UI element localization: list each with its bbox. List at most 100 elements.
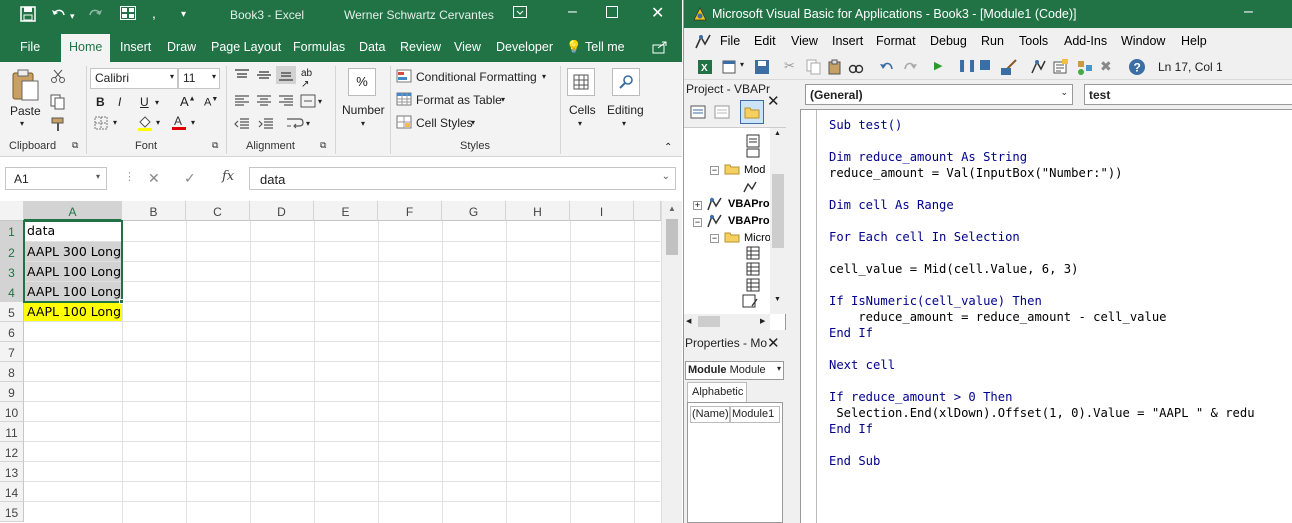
bold-icon[interactable]: B	[96, 95, 105, 109]
procedure-combo[interactable]: test	[1084, 84, 1292, 105]
paste-icon[interactable]	[827, 59, 843, 78]
code-line[interactable]: cell_value = Mid(cell.Value, 6, 3)	[829, 262, 1078, 276]
decrease-font-icon[interactable]: A▼	[204, 96, 218, 109]
cell-styles-dropdown-icon[interactable]: ▾	[471, 118, 475, 127]
column-header[interactable]: F	[378, 201, 442, 221]
design-mode-icon[interactable]	[1000, 58, 1018, 79]
code-line[interactable]: Dim cell As Range	[829, 198, 954, 212]
column-header[interactable]: H	[506, 201, 570, 221]
font-launcher-icon[interactable]: ⧉	[212, 140, 218, 151]
menu-window[interactable]: Window	[1121, 34, 1165, 48]
view-excel-icon[interactable]: X	[697, 59, 713, 78]
code-line[interactable]: reduce_amount = Val(InputBox("Number:"))	[829, 166, 1123, 180]
paste-button[interactable]: Paste	[10, 104, 41, 118]
property-value[interactable]: Module1	[730, 406, 780, 423]
save-icon[interactable]	[754, 59, 770, 78]
font-name-select[interactable]: Calibri ▾	[90, 68, 178, 89]
format-table-dropdown-icon[interactable]: ▾	[501, 95, 505, 104]
column-header[interactable]: E	[314, 201, 378, 221]
minimize-icon[interactable]: –	[1244, 3, 1253, 21]
scroll-down-icon[interactable]: ▼	[774, 296, 781, 303]
column-header[interactable]: G	[442, 201, 506, 221]
italic-icon[interactable]: I	[118, 95, 121, 109]
code-editor[interactable]: Sub test() Dim reduce_amount As String r…	[800, 109, 1292, 523]
cells-button[interactable]: Cells	[569, 103, 596, 117]
column-header[interactable]: C	[186, 201, 250, 221]
align-bottom-icon[interactable]	[276, 66, 296, 84]
undo-dropdown-icon[interactable]: ▾	[70, 11, 75, 22]
vertical-scrollbar[interactable]: ▲	[661, 201, 682, 523]
paste-icon[interactable]	[10, 68, 40, 105]
menu-run[interactable]: Run	[981, 34, 1004, 48]
row-header[interactable]: 10	[0, 402, 24, 422]
collapse-icon[interactable]: −	[710, 166, 719, 175]
row-header[interactable]: 1	[0, 221, 24, 242]
menu-file[interactable]: File	[720, 34, 740, 48]
maximize-icon[interactable]	[606, 6, 618, 21]
name-box[interactable]: A1 ▾	[5, 167, 107, 190]
tree-microsoft-objects[interactable]: Micro	[744, 232, 771, 244]
tree-modules-folder[interactable]: Mod	[744, 164, 765, 176]
cell-a5[interactable]: AAPL 100 Long	[24, 302, 122, 322]
row-header[interactable]: 13	[0, 462, 24, 482]
align-right-icon[interactable]	[278, 94, 294, 111]
module1-icon[interactable]	[742, 180, 760, 197]
tab-developer[interactable]: Developer	[496, 40, 553, 54]
merge-dropdown-icon[interactable]: ▾	[318, 97, 322, 106]
tab-insert[interactable]: Insert	[120, 40, 151, 54]
menu-format[interactable]: Format	[876, 34, 916, 48]
fill-handle[interactable]	[119, 299, 124, 304]
object-browser-icon[interactable]	[1076, 58, 1094, 79]
code-line[interactable]: End If	[829, 422, 873, 436]
column-header[interactable]: I	[570, 201, 634, 221]
collapse-ribbon-icon[interactable]: ⌃	[664, 142, 672, 153]
code-line[interactable]: For Each cell In Selection	[829, 230, 1020, 244]
code-line[interactable]: Sub test()	[829, 118, 902, 132]
scroll-right-icon[interactable]: ▶	[760, 317, 765, 325]
menu-edit[interactable]: Edit	[754, 34, 776, 48]
form-icon[interactable]	[120, 6, 136, 23]
close-icon[interactable]: ✕	[767, 92, 780, 110]
tab-file[interactable]: File	[20, 40, 40, 54]
tree-vbaproject-1[interactable]: VBAPro	[728, 198, 770, 210]
comma-icon[interactable]: ,	[152, 5, 156, 21]
help-icon[interactable]: ?	[1128, 58, 1146, 79]
project-hscrollbar[interactable]: ◀ ▶	[684, 314, 770, 330]
code-line[interactable]: reduce_amount = reduce_amount - cell_val…	[829, 310, 1166, 324]
tell-me[interactable]: Tell me	[585, 40, 625, 54]
scroll-up-icon[interactable]: ▲	[774, 130, 781, 137]
select-all-corner[interactable]	[0, 201, 24, 221]
column-header[interactable]: B	[122, 201, 186, 221]
column-header-partial[interactable]	[634, 201, 661, 221]
code-line[interactable]: If reduce_amount > 0 Then	[829, 390, 1012, 404]
object-combo[interactable]: (General) ⌄	[805, 84, 1073, 105]
cut-icon[interactable]	[50, 68, 66, 87]
view-object-icon[interactable]	[714, 104, 730, 123]
insert-dropdown-icon[interactable]: ▾	[740, 60, 744, 69]
conditional-formatting-dropdown-icon[interactable]: ▾	[542, 72, 546, 81]
row-header[interactable]: 4	[0, 282, 24, 302]
editing-button[interactable]: Editing	[607, 103, 644, 117]
tab-formulas[interactable]: Formulas	[293, 40, 345, 54]
reset-icon[interactable]	[980, 60, 990, 70]
code-line[interactable]: End If	[829, 326, 873, 340]
save-icon[interactable]	[20, 6, 36, 25]
scroll-left-icon[interactable]: ◀	[686, 317, 691, 325]
orientation-icon[interactable]: ab ↗	[301, 68, 312, 90]
view-code-icon[interactable]	[690, 104, 706, 123]
font-size-select[interactable]: 11 ▾	[178, 68, 220, 89]
share-icon[interactable]	[652, 40, 668, 57]
undo-icon[interactable]	[50, 6, 68, 25]
row-header[interactable]: 5	[0, 302, 24, 322]
align-center-icon[interactable]	[256, 94, 272, 111]
alignment-launcher-icon[interactable]: ⧉	[320, 140, 326, 151]
decrease-indent-icon[interactable]	[234, 117, 250, 134]
properties-object-select[interactable]: Module Module ▾	[685, 361, 784, 380]
properties-window-icon[interactable]	[1052, 58, 1070, 79]
project-tree[interactable]: − Mod + VBAPro − VBAPro − Micro	[684, 128, 771, 314]
minimize-icon[interactable]: –	[568, 3, 577, 21]
toggle-folders-icon[interactable]	[740, 100, 764, 124]
cells-dropdown-icon[interactable]: ▾	[578, 119, 582, 128]
close-icon[interactable]: ✕	[767, 334, 780, 352]
row-header[interactable]: 12	[0, 442, 24, 462]
